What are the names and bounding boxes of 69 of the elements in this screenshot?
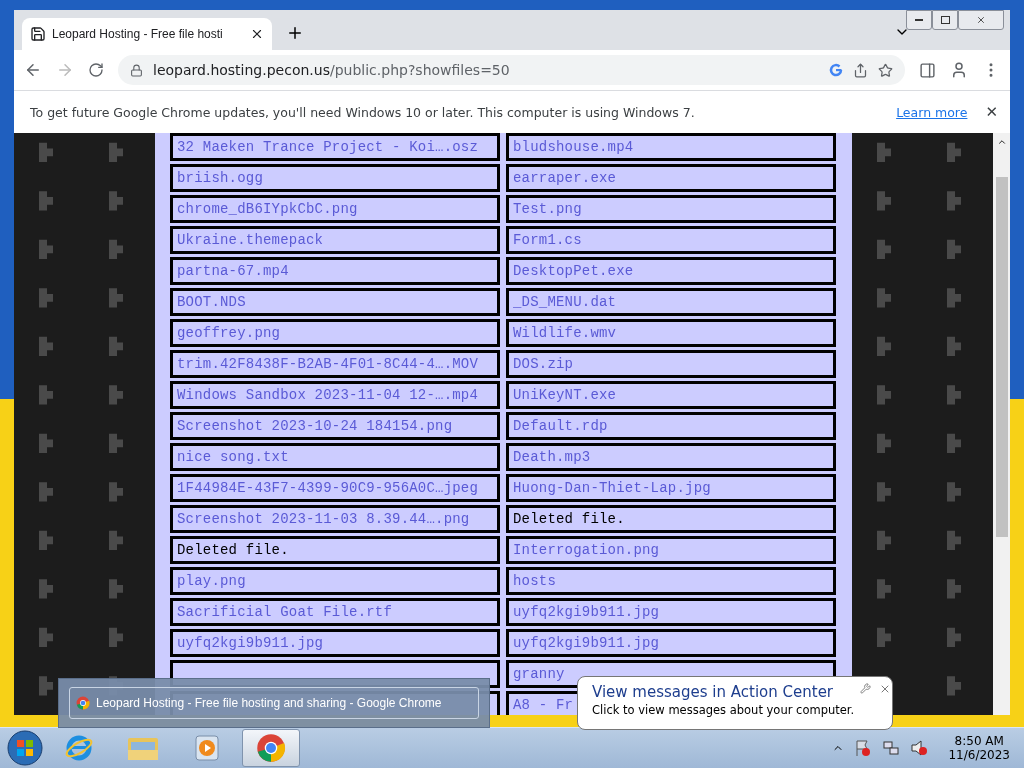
file-cell[interactable]: briish.ogg [170, 164, 500, 192]
file-cell[interactable]: Sacrificial Goat File.rtf [170, 598, 500, 626]
google-icon[interactable] [829, 63, 843, 77]
profile-icon[interactable] [950, 61, 968, 79]
file-cell[interactable]: hosts [506, 567, 836, 595]
taskbar-app[interactable] [242, 729, 300, 767]
learn-more-link[interactable]: Learn more [896, 104, 968, 120]
lock-icon [130, 63, 143, 77]
file-cell[interactable]: Windows Sandbox 2023-11-04 12-….mp4 [170, 381, 500, 409]
file-cell[interactable]: partna-67.mp4 [170, 257, 500, 285]
file-cell[interactable]: uyfq2kgi9b911.jpg [506, 629, 836, 657]
notification-body: Click to view messages about your computer. [592, 703, 855, 717]
file-cell[interactable]: uyfq2kgi9b911.jpg [506, 598, 836, 626]
file-cell: Deleted file. [170, 536, 500, 564]
file-cell[interactable]: UniKeyNT.exe [506, 381, 836, 409]
close-infobar-button[interactable]: ✕ [985, 103, 998, 121]
file-cell[interactable]: Screenshot 2023-10-24 184154.png [170, 412, 500, 440]
file-cell[interactable]: Death.mp3 [506, 443, 836, 471]
close-icon [976, 15, 986, 25]
clock[interactable]: 8:50 AM 11/6/2023 [948, 734, 1010, 762]
network-icon[interactable] [882, 739, 901, 757]
file-cell[interactable]: 32 Maeken Trance Project - Koi….osz [170, 133, 500, 161]
file-cell[interactable]: BOOT.NDS [170, 288, 500, 316]
side-panel-icon[interactable] [919, 61, 936, 79]
scrollbar[interactable] [993, 133, 1010, 715]
file-cell[interactable]: bludshouse.mp4 [506, 133, 836, 161]
chrome-icon [256, 733, 286, 763]
file-cell[interactable]: Ukraine.themepack [170, 226, 500, 254]
file-cell[interactable]: Wildlife.wmv [506, 319, 836, 347]
file-cell[interactable]: trim.42F8438F-B2AB-4F01-8C44-4….MOV [170, 350, 500, 378]
file-cell[interactable]: Screenshot 2023-11-03 8.39.44….png [170, 505, 500, 533]
share-icon[interactable] [853, 62, 868, 78]
file-cell[interactable]: _DS_MENU.dat [506, 288, 836, 316]
media-player-icon [194, 734, 220, 762]
address-bar[interactable]: leopard.hosting.pecon.us/public.php?showfiles=50 [118, 55, 905, 85]
file-cell[interactable]: Test.png [506, 195, 836, 223]
ie-icon [64, 733, 94, 763]
chrome-icon [76, 696, 90, 710]
infobar-message: To get future Google Chrome updates, you'll need Windows 10 or later. This computer is using Windows 7. [30, 104, 696, 120]
new-tab-icon[interactable] [286, 24, 304, 42]
muted-speaker-icon[interactable] [910, 739, 929, 757]
action-center-flag-icon[interactable] [854, 739, 873, 757]
file-cell[interactable]: Default.rdp [506, 412, 836, 440]
file-cell[interactable]: Form1.cs [506, 226, 836, 254]
file-cell[interactable]: geoffrey.png [170, 319, 500, 347]
bookmark-star-icon[interactable] [878, 62, 893, 78]
minimize-button[interactable] [906, 10, 932, 30]
file-cell[interactable]: 1F44984E-43F7-4399-90C9-956A0C…jpeg [170, 474, 500, 502]
file-cell[interactable]: earraper.exe [506, 164, 836, 192]
file-cell[interactable]: play.png [170, 567, 500, 595]
file-cell[interactable]: nice song.txt [170, 443, 500, 471]
file-cell[interactable]: uyfq2kgi9b911.jpg [170, 629, 500, 657]
file-cell: Deleted file. [506, 505, 836, 533]
browser-tab[interactable]: Leopard Hosting - Free file hosti [22, 18, 272, 50]
back-icon[interactable] [24, 61, 42, 79]
close-icon[interactable] [250, 27, 264, 41]
file-cell[interactable]: Huong-Dan-Thiet-Lap.jpg [506, 474, 836, 502]
reload-icon[interactable] [88, 62, 104, 78]
maximize-button[interactable] [932, 10, 958, 30]
maximize-icon [940, 16, 950, 24]
scroll-up-icon[interactable] [996, 137, 1007, 147]
minimize-icon [915, 18, 923, 22]
file-cell[interactable]: Interrogation.png [506, 536, 836, 564]
preview-title: Leopard Hosting - Free file hosting and sharing - Google Chrome [96, 696, 442, 710]
start-button[interactable] [6, 729, 44, 767]
taskbar-preview-tooltip[interactable]: Leopard Hosting - Free file hosting and sharing - Google Chrome [58, 678, 490, 728]
file-cell[interactable]: DOS.zip [506, 350, 836, 378]
file-cell[interactable]: chrome_dB6IYpkCbC.png [170, 195, 500, 223]
file-cell[interactable]: DesktopPet.exe [506, 257, 836, 285]
